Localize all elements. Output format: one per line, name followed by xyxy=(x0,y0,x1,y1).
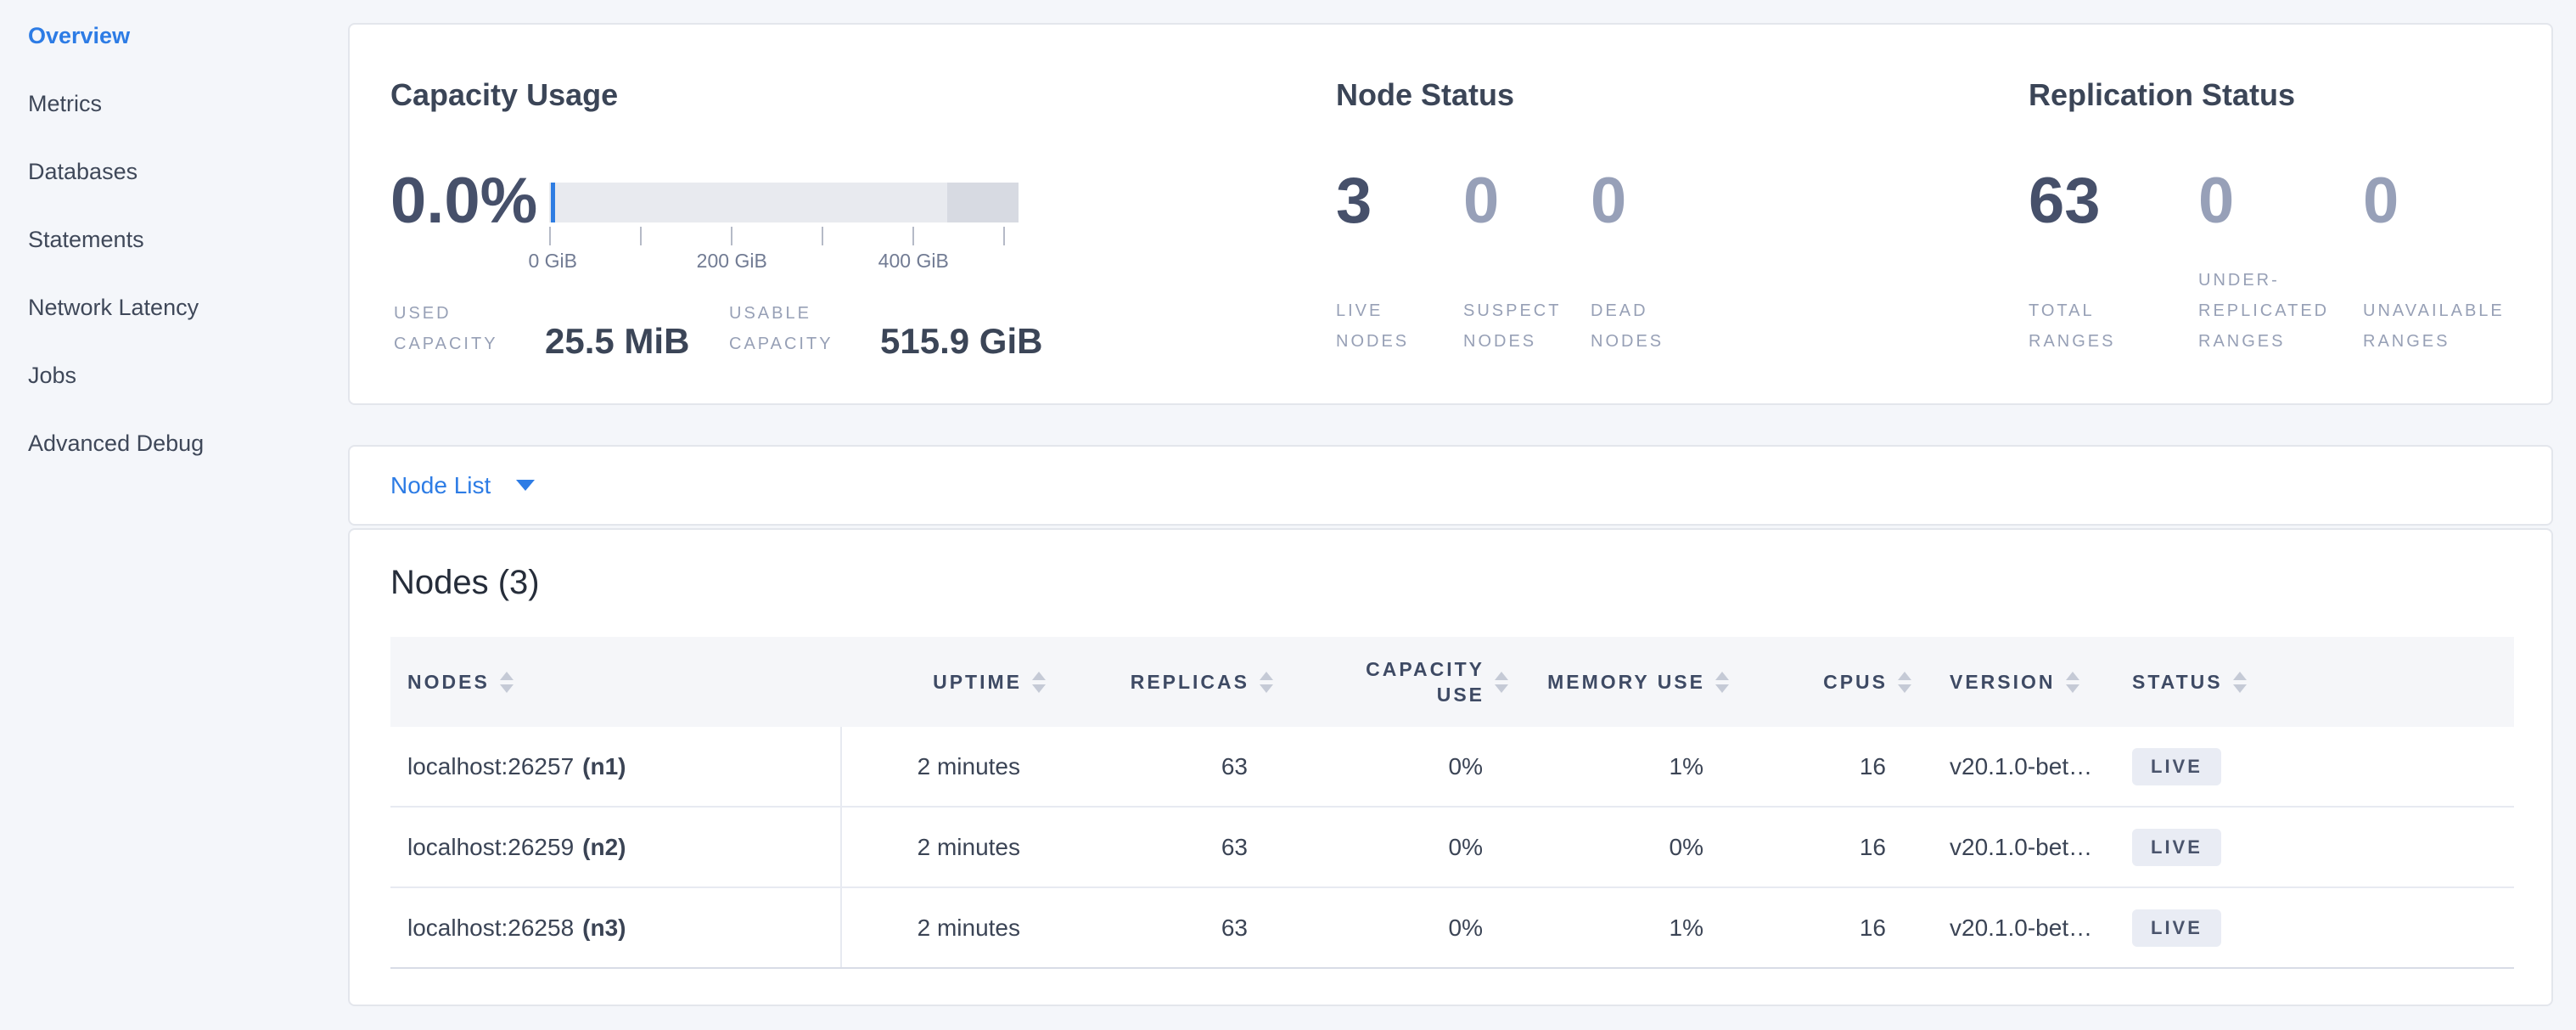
node-cpus: 16 xyxy=(1729,808,1911,886)
table-row-node-3[interactable]: localhost:26258 (n3) 2 minutes 63 0% 1% … xyxy=(390,888,2514,969)
node-address: localhost:26258 (n3) xyxy=(390,888,842,967)
chevron-down-icon xyxy=(516,480,535,491)
suspect-nodes-label: SUSPECT NODES xyxy=(1463,295,1591,357)
unavailable-ranges-label: UNAVAILABLE RANGES xyxy=(2363,295,2505,357)
gauge-tick-label-400: 400 GiB xyxy=(878,250,949,273)
capacity-gauge: 0 GiB 200 GiB 400 GiB xyxy=(549,183,1019,277)
node-memory-use: 0% xyxy=(1508,808,1729,886)
status-badge: LIVE xyxy=(2132,829,2221,866)
node-cpus: 16 xyxy=(1729,888,1911,967)
live-nodes-count: 3 xyxy=(1336,166,1463,237)
node-status-title: Node Status xyxy=(1336,77,1514,113)
nodes-table-card: Nodes (3) NODES UPTIME REPLICAS CAPACITY… xyxy=(348,528,2553,1006)
sidebar-item-databases[interactable]: Databases xyxy=(28,138,334,205)
suspect-nodes-count: 0 xyxy=(1463,166,1591,237)
dead-nodes-count: 0 xyxy=(1591,166,1626,237)
node-capacity-use: 0% xyxy=(1273,808,1508,886)
node-status-cell: LIVE xyxy=(2115,727,2514,806)
column-header-version[interactable]: VERSION xyxy=(1911,669,2115,695)
node-replicas: 63 xyxy=(1046,808,1273,886)
view-selector-card: Node List xyxy=(348,445,2553,526)
sidebar-item-statements[interactable]: Statements xyxy=(28,205,334,273)
under-replicated-ranges-label: UNDER- REPLICATED RANGES xyxy=(2198,265,2363,357)
sort-icon xyxy=(1032,672,1046,693)
node-replicas: 63 xyxy=(1046,888,1273,967)
column-header-status[interactable]: STATUS xyxy=(2115,669,2514,695)
sidebar-item-jobs[interactable]: Jobs xyxy=(28,341,334,409)
sort-icon xyxy=(1898,672,1911,693)
sort-icon xyxy=(500,672,514,693)
replication-status-title: Replication Status xyxy=(2029,77,2295,113)
node-address: localhost:26259 (n2) xyxy=(390,808,842,886)
column-header-memory-use[interactable]: MEMORY USE xyxy=(1508,669,1729,695)
sidebar: Overview Metrics Databases Statements Ne… xyxy=(28,2,334,477)
table-row-node-1[interactable]: localhost:26257 (n1) 2 minutes 63 0% 1% … xyxy=(390,727,2514,808)
nodes-table: NODES UPTIME REPLICAS CAPACITY USE MEMOR… xyxy=(390,637,2514,969)
node-status-section: Node Status 3 0 0 LIVE NODES SUSPECT NOD… xyxy=(1336,25,2006,403)
node-uptime: 2 minutes xyxy=(842,808,1046,886)
node-memory-use: 1% xyxy=(1508,727,1729,806)
sort-icon xyxy=(2066,672,2079,693)
capacity-gauge-axis xyxy=(549,227,1019,250)
node-memory-use: 1% xyxy=(1508,888,1729,967)
node-status-cell: LIVE xyxy=(2115,808,2514,886)
node-capacity-use: 0% xyxy=(1273,727,1508,806)
total-ranges-label: TOTAL RANGES xyxy=(2029,295,2198,357)
node-status-cell: LIVE xyxy=(2115,888,2514,967)
live-nodes-label: LIVE NODES xyxy=(1336,295,1463,357)
nodes-heading: Nodes (3) xyxy=(390,564,2551,602)
under-replicated-ranges-count: 0 xyxy=(2198,166,2363,237)
capacity-usage-section: Capacity Usage 0.0% 0 GiB 200 GiB 400 Gi… xyxy=(390,25,1307,403)
dead-nodes-label: DEAD NODES xyxy=(1591,295,1664,357)
capacity-gauge-used-fill xyxy=(551,183,555,222)
sort-icon xyxy=(1495,672,1508,693)
column-header-cpus[interactable]: CPUS xyxy=(1729,669,1911,695)
column-header-replicas[interactable]: REPLICAS xyxy=(1046,669,1273,695)
node-list-dropdown-label: Node List xyxy=(390,472,491,499)
capacity-gauge-other-fill xyxy=(947,183,1019,222)
node-cpus: 16 xyxy=(1729,727,1911,806)
sort-icon xyxy=(1715,672,1729,693)
node-version: v20.1.0-bet… xyxy=(1911,808,2115,886)
capacity-usage-title: Capacity Usage xyxy=(390,77,618,113)
table-row-node-2[interactable]: localhost:26259 (n2) 2 minutes 63 0% 0% … xyxy=(390,808,2514,888)
column-header-nodes[interactable]: NODES xyxy=(390,669,842,695)
capacity-gauge-bar xyxy=(549,183,1019,222)
unavailable-ranges-count: 0 xyxy=(2363,166,2399,237)
node-uptime: 2 minutes xyxy=(842,888,1046,967)
total-ranges-count: 63 xyxy=(2029,166,2198,237)
node-version: v20.1.0-bet… xyxy=(1911,727,2115,806)
status-badge: LIVE xyxy=(2132,909,2221,947)
gauge-tick-label-0: 0 GiB xyxy=(528,250,577,273)
node-uptime: 2 minutes xyxy=(842,727,1046,806)
node-version: v20.1.0-bet… xyxy=(1911,888,2115,967)
used-capacity-value: 25.5 MiB xyxy=(545,322,710,361)
used-capacity-label: USED CAPACITY xyxy=(394,298,545,359)
usable-capacity-label: USABLE CAPACITY xyxy=(729,298,880,359)
column-header-uptime[interactable]: UPTIME xyxy=(842,669,1046,695)
node-list-dropdown[interactable]: Node List xyxy=(390,472,535,499)
node-capacity-use: 0% xyxy=(1273,888,1508,967)
gauge-tick-label-200: 200 GiB xyxy=(697,250,767,273)
node-address: localhost:26257 (n1) xyxy=(390,727,842,806)
sort-icon xyxy=(2233,672,2247,693)
cluster-summary-card: Capacity Usage 0.0% 0 GiB 200 GiB 400 Gi… xyxy=(348,23,2553,405)
sidebar-item-advanced-debug[interactable]: Advanced Debug xyxy=(28,409,334,477)
usable-capacity-value: 515.9 GiB xyxy=(880,322,1042,361)
node-replicas: 63 xyxy=(1046,727,1273,806)
column-header-capacity-use[interactable]: CAPACITY USE xyxy=(1273,656,1508,707)
capacity-used-percent: 0.0% xyxy=(390,166,537,277)
status-badge: LIVE xyxy=(2132,748,2221,785)
sidebar-item-overview[interactable]: Overview xyxy=(28,2,334,70)
sidebar-item-metrics[interactable]: Metrics xyxy=(28,70,334,138)
replication-status-section: Replication Status 63 0 0 TOTAL RANGES U… xyxy=(2029,25,2538,403)
nodes-table-header: NODES UPTIME REPLICAS CAPACITY USE MEMOR… xyxy=(390,637,2514,727)
sidebar-item-network-latency[interactable]: Network Latency xyxy=(28,273,334,341)
sort-icon xyxy=(1260,672,1273,693)
